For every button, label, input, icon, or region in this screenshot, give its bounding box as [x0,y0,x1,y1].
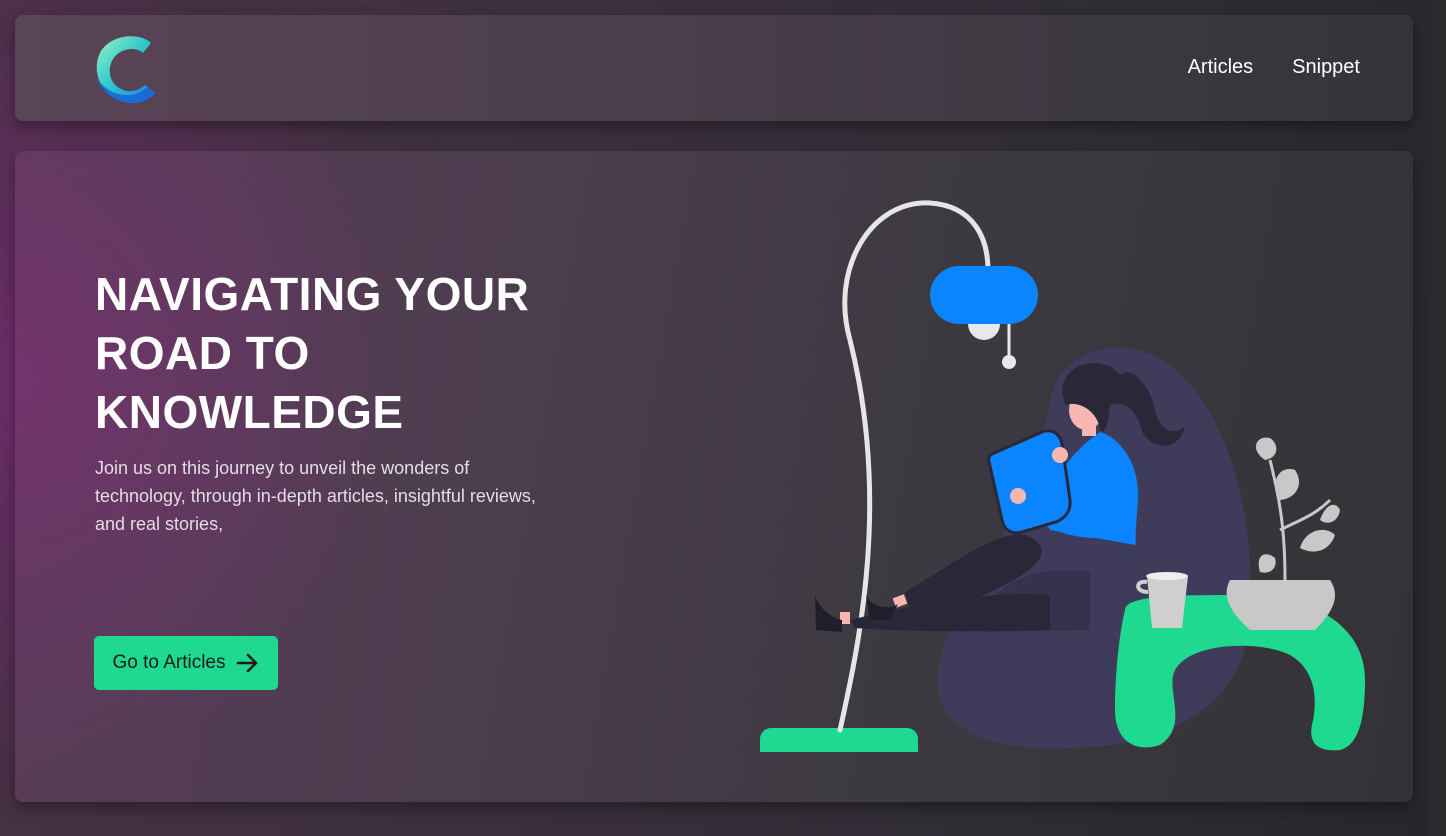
c-logo-icon[interactable] [93,31,161,107]
woman-reading-on-beanbag-illustration [760,200,1370,752]
hero-title: NAVIGATING YOUR ROAD TO KNOWLEDGE [95,268,530,438]
nav-link-articles[interactable]: Articles [1188,56,1254,79]
hero-subtitle: Join us on this journey to unveil the wo… [95,458,536,534]
navbar: Articles Snippet [15,15,1413,121]
arrow-right-icon [236,653,260,673]
hero-section: NAVIGATING YOUR ROAD TO KNOWLEDGE Join u… [15,151,1413,802]
window-edge [1428,0,1446,836]
go-to-articles-button[interactable]: Go to Articles [94,636,278,690]
nav-links: Articles Snippet [1188,56,1360,79]
cta-label: Go to Articles [112,652,226,673]
nav-link-snippet[interactable]: Snippet [1292,56,1360,79]
